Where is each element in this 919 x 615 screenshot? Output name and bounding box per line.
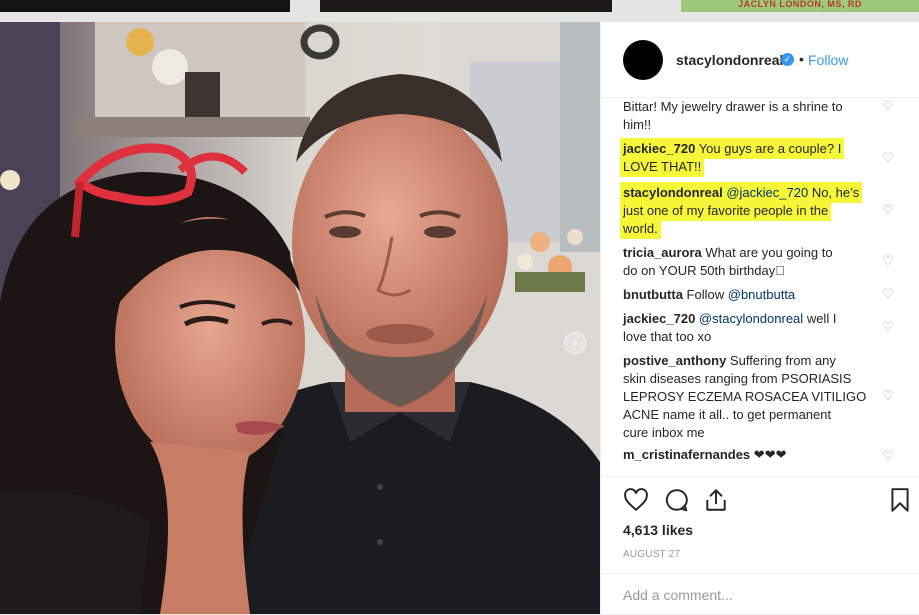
comment-item: stacylondonreal @jackiec_720 No, he’s ju… (623, 184, 875, 238)
post-photo[interactable]: › (0, 22, 600, 614)
comment-mention[interactable]: @jackiec_720 (726, 185, 808, 200)
comment-like-heart-icon[interactable]: ♡ (881, 98, 895, 114)
comment-text: ❤❤❤ (753, 447, 787, 462)
comment-username[interactable]: jackiec_720 (623, 141, 695, 156)
verified-badge-icon: ✓ (781, 53, 794, 66)
add-comment-input[interactable] (623, 584, 893, 606)
comment-username[interactable]: stacylondonreal (623, 185, 723, 200)
comment-item: jackiec_720 You guys are a couple? I LOV… (623, 140, 875, 176)
comment-text: him!! (623, 117, 652, 132)
comment-text: Suffering from any (729, 353, 836, 368)
avatar[interactable] (623, 40, 663, 80)
comment-like-heart-icon[interactable]: ♡ (881, 253, 895, 269)
comment-text: just one of my favorite people in the (623, 203, 829, 218)
share-icon[interactable] (703, 487, 729, 513)
comment-username[interactable]: bnutbutta (623, 287, 683, 302)
comment-text: do on YOUR 50th birthday  (623, 263, 785, 278)
post-date: AUGUST 27 (623, 549, 681, 560)
comment-username[interactable]: tricia_aurora (623, 245, 702, 260)
comment-item: postive_anthony Suffering from any skin … (623, 352, 875, 442)
comment-text: LEPROSY ECZEMA ROSACEA VITILIGO (623, 389, 867, 404)
ad-thumbnail[interactable]: JACLYN LONDON, MS, RD (681, 0, 919, 12)
separator-dot: • (799, 51, 804, 67)
comment-username[interactable]: jackiec_720 (623, 311, 695, 326)
comment-like-heart-icon[interactable]: ♡ (881, 286, 895, 302)
comment-item: jackiec_720 @stacylondonreal well I love… (623, 310, 875, 346)
comment-username[interactable]: m_cristinafernandes (623, 447, 750, 462)
author-username[interactable]: stacylondonreal (676, 52, 783, 68)
photo-illustration (0, 22, 600, 614)
comment-item: tricia_aurora What are you going to do o… (623, 244, 875, 280)
comment-text: What are you going to (705, 245, 833, 260)
post-header: stacylondonreal ✓ • Follow (601, 22, 919, 98)
post-side-panel: stacylondonreal ✓ • Follow Bittar! My je… (600, 22, 919, 614)
comment-like-heart-icon[interactable]: ♡ (881, 319, 895, 335)
post-actions: 4,613 likes AUGUST 27 (601, 476, 919, 614)
comment-text: LOVE THAT!! (623, 159, 702, 174)
comment-like-heart-icon[interactable]: ♡ (881, 202, 895, 218)
carousel-next-button[interactable]: › (564, 332, 586, 354)
comment-text: Follow (686, 287, 725, 302)
comment-item: Bittar! My jewelry drawer is a shrine to… (623, 98, 875, 134)
comment-item: bnutbutta Follow @bnutbutta (623, 286, 875, 304)
comment-mention[interactable]: @stacylondonreal (699, 311, 803, 326)
comment-mention[interactable]: @bnutbutta (728, 287, 795, 302)
comment-text: well I (806, 311, 837, 326)
comment-text: cure inbox me (623, 425, 705, 440)
comments-list[interactable]: Bittar! My jewelry drawer is a shrine to… (601, 98, 919, 476)
comment-text: No, he’s (811, 185, 860, 200)
heart-icon[interactable] (623, 487, 649, 513)
post-thumbnail[interactable] (0, 0, 290, 12)
comment-like-heart-icon[interactable]: ♡ (881, 150, 895, 166)
bookmark-icon[interactable] (887, 487, 913, 513)
ad-text: JACLYN LONDON, MS, RD (738, 0, 862, 9)
comment-item: m_cristinafernandes ❤❤❤ (623, 446, 875, 464)
post-thumbnail[interactable] (320, 0, 612, 12)
comment-text: You guys are a couple? I (698, 141, 842, 156)
follow-button[interactable]: Follow (808, 52, 848, 68)
comment-like-heart-icon[interactable]: ♡ (881, 388, 895, 404)
comment-text: skin diseases ranging from PSORIASIS (623, 371, 852, 386)
other-posts-strip: JACLYN LONDON, MS, RD (0, 0, 919, 22)
comment-icon[interactable] (663, 487, 689, 513)
comment-username[interactable]: postive_anthony (623, 353, 726, 368)
comment-text: Bittar! My jewelry drawer is a shrine to (623, 99, 843, 114)
comment-text: ACNE name it all.. to get permanent (623, 407, 832, 422)
comment-like-heart-icon[interactable]: ♡ (881, 448, 895, 464)
comment-text: love that too xo (623, 329, 712, 344)
likes-count[interactable]: 4,613 likes (623, 522, 693, 538)
comment-text: world. (623, 221, 658, 236)
add-comment-bar (601, 573, 919, 615)
